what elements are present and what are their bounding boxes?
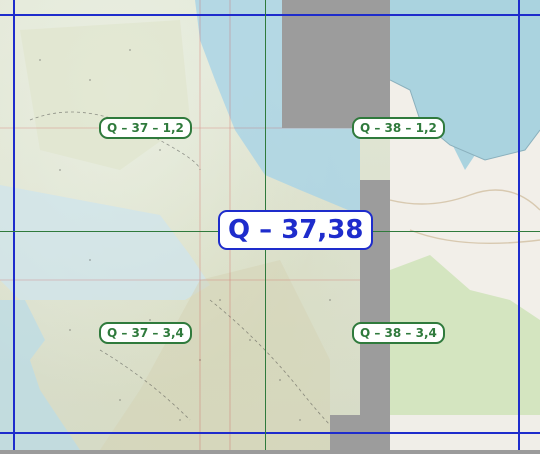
- land-tint-north: [20, 20, 190, 170]
- sheet-label-q37-34[interactable]: Q – 37 – 3,4: [99, 322, 192, 344]
- sheet-label-q38-12[interactable]: Q – 38 – 1,2: [352, 117, 445, 139]
- sheet-label-q38-34[interactable]: Q – 38 – 3,4: [352, 322, 445, 344]
- sea-area-west: [0, 185, 210, 300]
- osm-map-shapes: [389, 0, 540, 415]
- sheet-label-q37-12[interactable]: Q – 37 – 1,2: [99, 117, 192, 139]
- osm-basemap: [389, 0, 540, 450]
- gray-gap-top: [282, 0, 390, 128]
- sea-area-southwest: [0, 300, 80, 450]
- sheet-label-q37-38[interactable]: Q – 37,38: [218, 210, 374, 250]
